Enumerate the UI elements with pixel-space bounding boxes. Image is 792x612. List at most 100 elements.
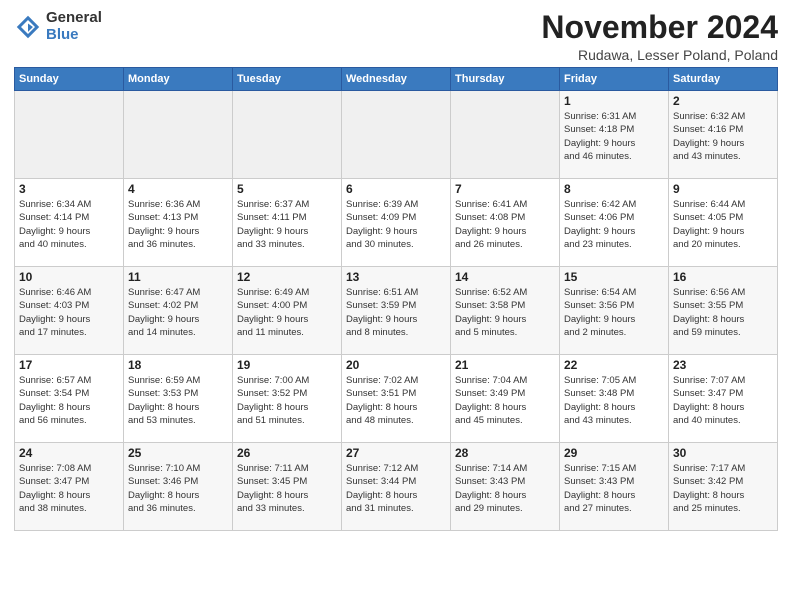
calendar-day-cell: 14 Sunrise: 6:52 AM Sunset: 3:58 PM Dayli… xyxy=(451,267,560,355)
day-info: Sunrise: 6:49 AM Sunset: 4:00 PM Dayligh… xyxy=(237,286,337,339)
logo-general: General xyxy=(46,10,102,27)
day-info: Sunrise: 7:02 AM Sunset: 3:51 PM Dayligh… xyxy=(346,374,446,427)
day-number: 26 xyxy=(237,446,337,460)
day-info: Sunrise: 6:37 AM Sunset: 4:11 PM Dayligh… xyxy=(237,198,337,251)
calendar-day-cell: 5Sunrise: 6:37 AM Sunset: 4:11 PM Daylig… xyxy=(233,179,342,267)
calendar-day-cell xyxy=(233,91,342,179)
calendar-day-cell: 12 Sunrise: 6:49 AM Sunset: 4:00 PM Dayli… xyxy=(233,267,342,355)
calendar-day-cell: 4 Sunrise: 6:36 AM Sunset: 4:13 PM Daylig… xyxy=(124,179,233,267)
day-number: 13 xyxy=(346,270,446,284)
calendar-day-cell: 6 Sunrise: 6:39 AM Sunset: 4:09 PM Daylig… xyxy=(342,179,451,267)
day-number: 18 xyxy=(128,358,228,372)
day-number: 20 xyxy=(346,358,446,372)
calendar-day-cell: 3Sunrise: 6:34 AM Sunset: 4:14 PM Daylig… xyxy=(15,179,124,267)
title-block: November 2024 Rudawa, Lesser Poland, Pol… xyxy=(541,10,778,63)
calendar-day-cell: 30Sunrise: 7:17 AM Sunset: 3:42 PM Dayli… xyxy=(669,443,778,531)
day-number: 25 xyxy=(128,446,228,460)
day-number: 1 xyxy=(564,94,664,108)
day-info: Sunrise: 6:36 AM Sunset: 4:13 PM Dayligh… xyxy=(128,198,228,251)
day-number: 2 xyxy=(673,94,773,108)
day-info: Sunrise: 6:41 AM Sunset: 4:08 PM Dayligh… xyxy=(455,198,555,251)
calendar-day-cell: 28 Sunrise: 7:14 AM Sunset: 3:43 PM Dayli… xyxy=(451,443,560,531)
calendar-day-cell: 29Sunrise: 7:15 AM Sunset: 3:43 PM Dayli… xyxy=(560,443,669,531)
day-info: Sunrise: 6:54 AM Sunset: 3:56 PM Dayligh… xyxy=(564,286,664,339)
day-info: Sunrise: 7:05 AM Sunset: 3:48 PM Dayligh… xyxy=(564,374,664,427)
day-number: 23 xyxy=(673,358,773,372)
calendar-day-cell: 10 Sunrise: 6:46 AM Sunset: 4:03 PM Dayli… xyxy=(15,267,124,355)
calendar-day-cell: 7 Sunrise: 6:41 AM Sunset: 4:08 PM Daylig… xyxy=(451,179,560,267)
day-info: Sunrise: 6:34 AM Sunset: 4:14 PM Dayligh… xyxy=(19,198,119,251)
header: General Blue November 2024 Rudawa, Lesse… xyxy=(14,10,778,63)
calendar-week-row: 1 Sunrise: 6:31 AM Sunset: 4:18 PM Daylig… xyxy=(15,91,778,179)
calendar-week-row: 10 Sunrise: 6:46 AM Sunset: 4:03 PM Dayli… xyxy=(15,267,778,355)
day-number: 14 xyxy=(455,270,555,284)
day-number: 21 xyxy=(455,358,555,372)
logo-text: General Blue xyxy=(46,10,102,43)
month-title: November 2024 xyxy=(541,10,778,45)
weekday-header: Monday xyxy=(124,68,233,91)
day-info: Sunrise: 6:59 AM Sunset: 3:53 PM Dayligh… xyxy=(128,374,228,427)
weekday-header: Thursday xyxy=(451,68,560,91)
calendar-day-cell: 16Sunrise: 6:56 AM Sunset: 3:55 PM Dayli… xyxy=(669,267,778,355)
calendar-day-cell: 9 Sunrise: 6:44 AM Sunset: 4:05 PM Daylig… xyxy=(669,179,778,267)
calendar-day-cell: 1 Sunrise: 6:31 AM Sunset: 4:18 PM Daylig… xyxy=(560,91,669,179)
calendar-day-cell: 20 Sunrise: 7:02 AM Sunset: 3:51 PM Dayli… xyxy=(342,355,451,443)
weekday-header: Wednesday xyxy=(342,68,451,91)
calendar-day-cell: 18 Sunrise: 6:59 AM Sunset: 3:53 PM Dayli… xyxy=(124,355,233,443)
logo: General Blue xyxy=(14,10,102,43)
calendar-day-cell: 26 Sunrise: 7:11 AM Sunset: 3:45 PM Dayli… xyxy=(233,443,342,531)
day-info: Sunrise: 7:07 AM Sunset: 3:47 PM Dayligh… xyxy=(673,374,773,427)
day-info: Sunrise: 6:32 AM Sunset: 4:16 PM Dayligh… xyxy=(673,110,773,163)
calendar-day-cell xyxy=(451,91,560,179)
weekday-header: Sunday xyxy=(15,68,124,91)
day-number: 28 xyxy=(455,446,555,460)
day-info: Sunrise: 6:44 AM Sunset: 4:05 PM Dayligh… xyxy=(673,198,773,251)
day-info: Sunrise: 6:52 AM Sunset: 3:58 PM Dayligh… xyxy=(455,286,555,339)
day-number: 9 xyxy=(673,182,773,196)
weekday-header-row: SundayMondayTuesdayWednesdayThursdayFrid… xyxy=(15,68,778,91)
calendar-day-cell: 17 Sunrise: 6:57 AM Sunset: 3:54 PM Dayli… xyxy=(15,355,124,443)
day-info: Sunrise: 6:57 AM Sunset: 3:54 PM Dayligh… xyxy=(19,374,119,427)
main-container: General Blue November 2024 Rudawa, Lesse… xyxy=(0,0,792,537)
day-info: Sunrise: 7:14 AM Sunset: 3:43 PM Dayligh… xyxy=(455,462,555,515)
day-info: Sunrise: 6:39 AM Sunset: 4:09 PM Dayligh… xyxy=(346,198,446,251)
logo-icon xyxy=(14,13,42,41)
day-number: 30 xyxy=(673,446,773,460)
day-info: Sunrise: 7:10 AM Sunset: 3:46 PM Dayligh… xyxy=(128,462,228,515)
day-info: Sunrise: 6:31 AM Sunset: 4:18 PM Dayligh… xyxy=(564,110,664,163)
calendar-day-cell: 2 Sunrise: 6:32 AM Sunset: 4:16 PM Daylig… xyxy=(669,91,778,179)
day-number: 12 xyxy=(237,270,337,284)
day-info: Sunrise: 7:11 AM Sunset: 3:45 PM Dayligh… xyxy=(237,462,337,515)
day-info: Sunrise: 7:00 AM Sunset: 3:52 PM Dayligh… xyxy=(237,374,337,427)
day-number: 22 xyxy=(564,358,664,372)
day-number: 6 xyxy=(346,182,446,196)
calendar-day-cell: 13 Sunrise: 6:51 AM Sunset: 3:59 PM Dayli… xyxy=(342,267,451,355)
weekday-header: Saturday xyxy=(669,68,778,91)
day-number: 15 xyxy=(564,270,664,284)
day-info: Sunrise: 7:04 AM Sunset: 3:49 PM Dayligh… xyxy=(455,374,555,427)
day-info: Sunrise: 6:51 AM Sunset: 3:59 PM Dayligh… xyxy=(346,286,446,339)
calendar-day-cell: 19Sunrise: 7:00 AM Sunset: 3:52 PM Dayli… xyxy=(233,355,342,443)
calendar-table: SundayMondayTuesdayWednesdayThursdayFrid… xyxy=(14,67,778,531)
day-number: 17 xyxy=(19,358,119,372)
day-number: 27 xyxy=(346,446,446,460)
day-info: Sunrise: 6:46 AM Sunset: 4:03 PM Dayligh… xyxy=(19,286,119,339)
day-number: 11 xyxy=(128,270,228,284)
calendar-day-cell xyxy=(124,91,233,179)
weekday-header: Tuesday xyxy=(233,68,342,91)
weekday-header: Friday xyxy=(560,68,669,91)
day-info: Sunrise: 7:15 AM Sunset: 3:43 PM Dayligh… xyxy=(564,462,664,515)
calendar-day-cell: 22 Sunrise: 7:05 AM Sunset: 3:48 PM Dayli… xyxy=(560,355,669,443)
day-number: 4 xyxy=(128,182,228,196)
day-number: 7 xyxy=(455,182,555,196)
day-number: 10 xyxy=(19,270,119,284)
calendar-day-cell: 27Sunrise: 7:12 AM Sunset: 3:44 PM Dayli… xyxy=(342,443,451,531)
calendar-day-cell: 8Sunrise: 6:42 AM Sunset: 4:06 PM Daylig… xyxy=(560,179,669,267)
calendar-day-cell: 25 Sunrise: 7:10 AM Sunset: 3:46 PM Dayli… xyxy=(124,443,233,531)
calendar-week-row: 24Sunrise: 7:08 AM Sunset: 3:47 PM Dayli… xyxy=(15,443,778,531)
day-info: Sunrise: 6:56 AM Sunset: 3:55 PM Dayligh… xyxy=(673,286,773,339)
day-info: Sunrise: 6:42 AM Sunset: 4:06 PM Dayligh… xyxy=(564,198,664,251)
day-info: Sunrise: 6:47 AM Sunset: 4:02 PM Dayligh… xyxy=(128,286,228,339)
calendar-day-cell xyxy=(15,91,124,179)
day-number: 24 xyxy=(19,446,119,460)
